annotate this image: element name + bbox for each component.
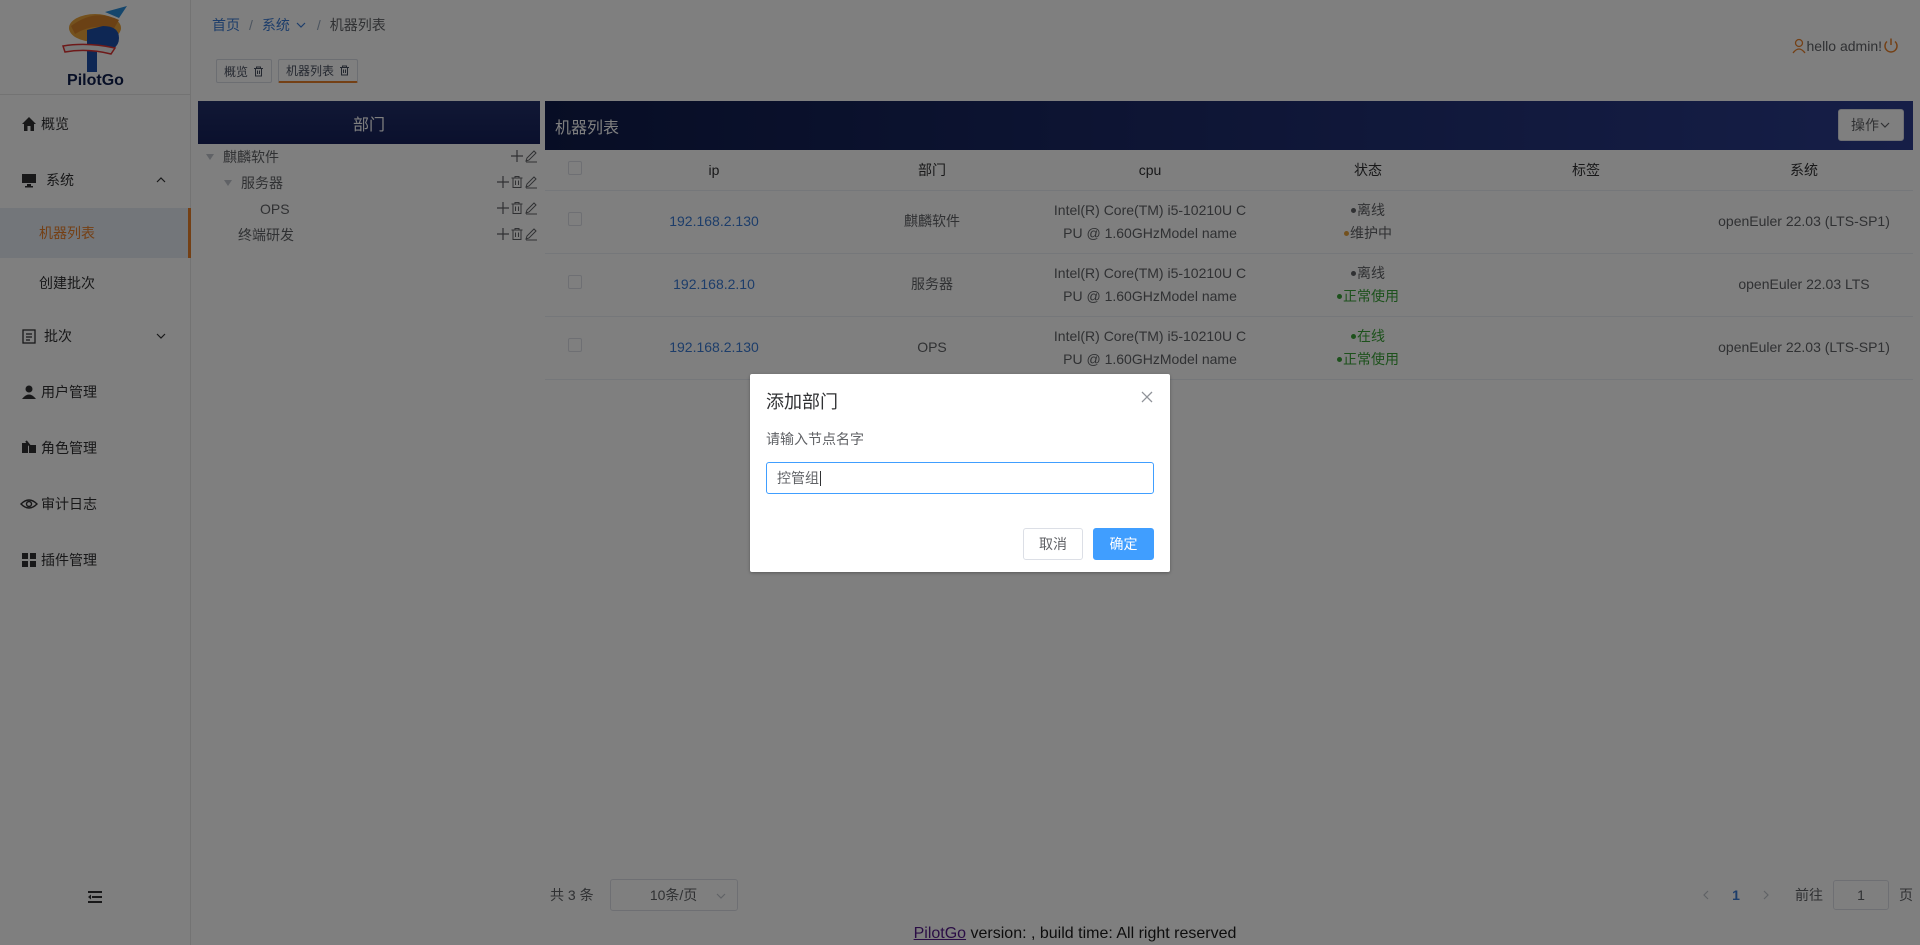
app-root: PilotGo 概览 系统 机器列表 创建批次 批次 用户管理 角色管理 (0, 0, 1920, 945)
dialog-title: 添加部门 (766, 392, 838, 412)
node-name-input[interactable]: 控管组 (766, 462, 1154, 494)
confirm-button[interactable]: 确定 (1093, 528, 1154, 560)
cancel-button[interactable]: 取消 (1023, 528, 1083, 560)
close-icon[interactable] (1140, 390, 1154, 404)
add-department-dialog: 添加部门 请输入节点名字 控管组 取消 确定 (750, 374, 1170, 572)
node-name-value: 控管组 (777, 470, 819, 486)
text-cursor (820, 470, 821, 486)
dialog-field-label: 请输入节点名字 (766, 431, 864, 447)
